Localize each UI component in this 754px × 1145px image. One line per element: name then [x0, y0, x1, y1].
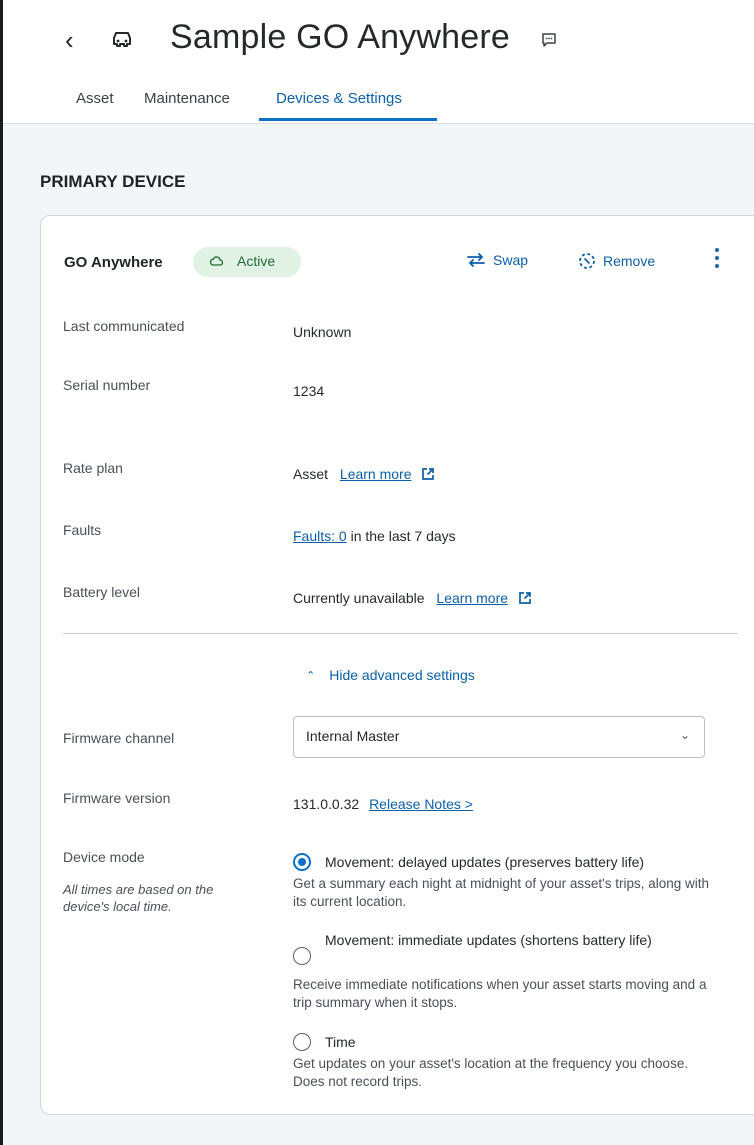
- firmware-channel-label: Firmware channel: [63, 730, 175, 746]
- hide-advanced-settings-button[interactable]: ⌃ Hide advanced settings: [306, 667, 475, 683]
- cloud-icon: [209, 256, 223, 266]
- faults-suffix: in the last 7 days: [346, 528, 456, 544]
- radio-delayed-updates[interactable]: [293, 853, 311, 871]
- comment-icon[interactable]: [541, 32, 557, 48]
- rate-plan-learn-more-link[interactable]: Learn more: [340, 466, 412, 482]
- battery-level-text: Currently unavailable: [293, 590, 425, 606]
- radio-immediate-updates-label[interactable]: Movement: immediate updates (shortens ba…: [325, 931, 715, 949]
- tab-devices-settings[interactable]: Devices & Settings: [276, 90, 402, 107]
- serial-number-value: 1234: [293, 383, 325, 399]
- car-icon: [113, 32, 131, 47]
- radio-immediate-updates[interactable]: [293, 947, 311, 965]
- firmware-version-text: 131.0.0.32: [293, 796, 360, 812]
- swap-label: Swap: [493, 252, 529, 268]
- radio-time-label[interactable]: Time: [325, 1033, 356, 1051]
- device-mode-label: Device mode: [63, 849, 145, 865]
- radio-time[interactable]: [293, 1033, 311, 1051]
- release-notes-link[interactable]: Release Notes >: [369, 796, 473, 812]
- battery-learn-more-link[interactable]: Learn more: [436, 590, 508, 606]
- radio-immediate-updates-description: Receive immediate notifications when you…: [293, 977, 707, 1010]
- tab-asset[interactable]: Asset: [76, 90, 114, 107]
- battery-level-value: Currently unavailable Learn more: [293, 590, 532, 606]
- swap-button[interactable]: Swap: [466, 252, 528, 268]
- remove-device-icon: [579, 253, 595, 269]
- faults-link[interactable]: Faults: 0: [293, 528, 347, 544]
- remove-button[interactable]: Remove: [578, 252, 655, 270]
- external-link-icon[interactable]: [421, 467, 435, 481]
- radio-delayed-updates-label[interactable]: Movement: delayed updates (preserves bat…: [325, 853, 644, 871]
- status-text: Active: [237, 253, 276, 269]
- faults-value: Faults: 0 in the last 7 days: [293, 528, 456, 544]
- hide-advanced-settings-label: Hide advanced settings: [329, 667, 475, 683]
- battery-level-label: Battery level: [63, 584, 141, 600]
- tab-maintenance[interactable]: Maintenance: [144, 90, 230, 107]
- last-communicated-value: Unknown: [293, 324, 352, 340]
- firmware-channel-select[interactable]: Internal Master ⌄: [293, 716, 705, 758]
- radio-delayed-updates-description: Get a summary each night at midnight of …: [293, 876, 710, 909]
- rate-plan-text: Asset: [293, 466, 329, 482]
- firmware-version-label: Firmware version: [63, 790, 171, 806]
- page-header: ‹ Sample GO Anywhere Asset Maintenance D…: [3, 0, 754, 124]
- firmware-channel-value: Internal Master: [306, 728, 400, 744]
- chevron-down-icon: ⌄: [679, 728, 690, 742]
- serial-number-label: Serial number: [63, 377, 151, 393]
- faults-label: Faults: [63, 522, 102, 538]
- status-badge: Active: [193, 247, 301, 277]
- external-link-icon[interactable]: [518, 591, 532, 605]
- swap-icon: [467, 253, 485, 267]
- firmware-version-value: 131.0.0.32 Release Notes >: [293, 796, 473, 812]
- divider: [63, 633, 738, 634]
- page-title: Sample GO Anywhere: [170, 18, 510, 56]
- device-card: GO Anywhere Active Swap Remove Last comm…: [40, 215, 754, 1115]
- rate-plan-label: Rate plan: [63, 460, 123, 476]
- device-name: GO Anywhere: [64, 254, 163, 271]
- active-tab-indicator: [259, 118, 437, 121]
- radio-time-description: Get updates on your asset's location at …: [293, 1056, 689, 1089]
- chevron-up-icon: ⌃: [306, 670, 316, 682]
- section-title: PRIMARY DEVICE: [40, 172, 186, 191]
- device-mode-note: All times are based on the device's loca…: [63, 882, 214, 914]
- more-options-icon[interactable]: [713, 248, 721, 270]
- rate-plan-value: Asset Learn more: [293, 466, 435, 482]
- main-content: PRIMARY DEVICE GO Anywhere Active Swap R…: [3, 124, 754, 1145]
- remove-label: Remove: [603, 253, 656, 269]
- back-button[interactable]: ‹: [65, 26, 74, 54]
- last-communicated-label: Last communicated: [63, 318, 185, 334]
